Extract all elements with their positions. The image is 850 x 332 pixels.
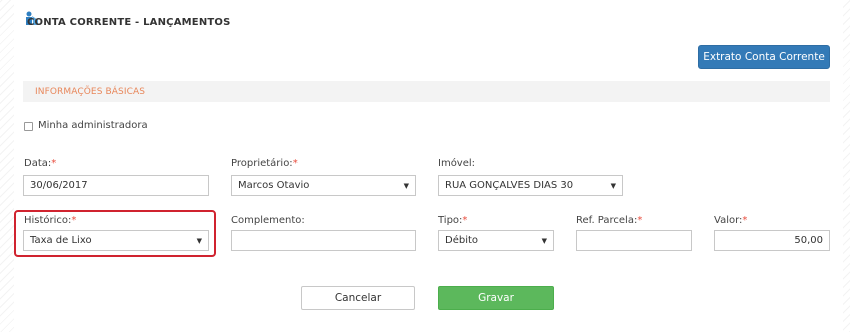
section-title: INFORMAÇÕES BÁSICAS (35, 87, 146, 97)
imovel-label: Imóvel: (438, 158, 476, 169)
valor-input[interactable]: 50,00 (714, 230, 830, 251)
page-title: CONTA CORRENTE - LANÇAMENTOS (27, 17, 231, 28)
complemento-input[interactable] (231, 230, 416, 251)
proprietario-select[interactable]: Marcos Otavio ▼ (231, 175, 416, 196)
cancel-button[interactable]: Cancelar (301, 286, 415, 310)
chevron-down-icon: ▼ (403, 181, 409, 190)
chevron-down-icon: ▼ (541, 236, 547, 245)
historico-select[interactable]: Taxa de Lixo ▼ (23, 230, 209, 251)
historico-label: Histórico:* (24, 215, 77, 226)
extrato-conta-corrente-button[interactable]: Extrato Conta Corrente (698, 45, 830, 69)
ref-parcela-input[interactable] (576, 230, 692, 251)
proprietario-label: Proprietário:* (231, 158, 298, 169)
valor-label: Valor:* (714, 215, 748, 226)
imovel-select[interactable]: RUA GONÇALVES DIAS 30 ▼ (438, 175, 623, 196)
save-button[interactable]: Gravar (438, 286, 554, 310)
minha-administradora-checkbox[interactable] (24, 122, 33, 131)
chevron-down-icon: ▼ (196, 236, 202, 245)
data-input[interactable]: 30/06/2017 (23, 175, 209, 196)
section-header: INFORMAÇÕES BÁSICAS (23, 81, 830, 102)
tipo-label: Tipo:* (438, 215, 468, 226)
ref-parcela-label: Ref. Parcela:* (576, 215, 643, 226)
data-label: Data:* (24, 158, 57, 169)
chevron-down-icon: ▼ (610, 181, 616, 190)
tipo-select[interactable]: Débito ▼ (438, 230, 554, 251)
complemento-label: Complemento: (231, 215, 305, 226)
main-panel: CONTA CORRENTE - LANÇAMENTOS Extrato Con… (14, 0, 843, 332)
minha-administradora-label: Minha administradora (38, 120, 148, 131)
